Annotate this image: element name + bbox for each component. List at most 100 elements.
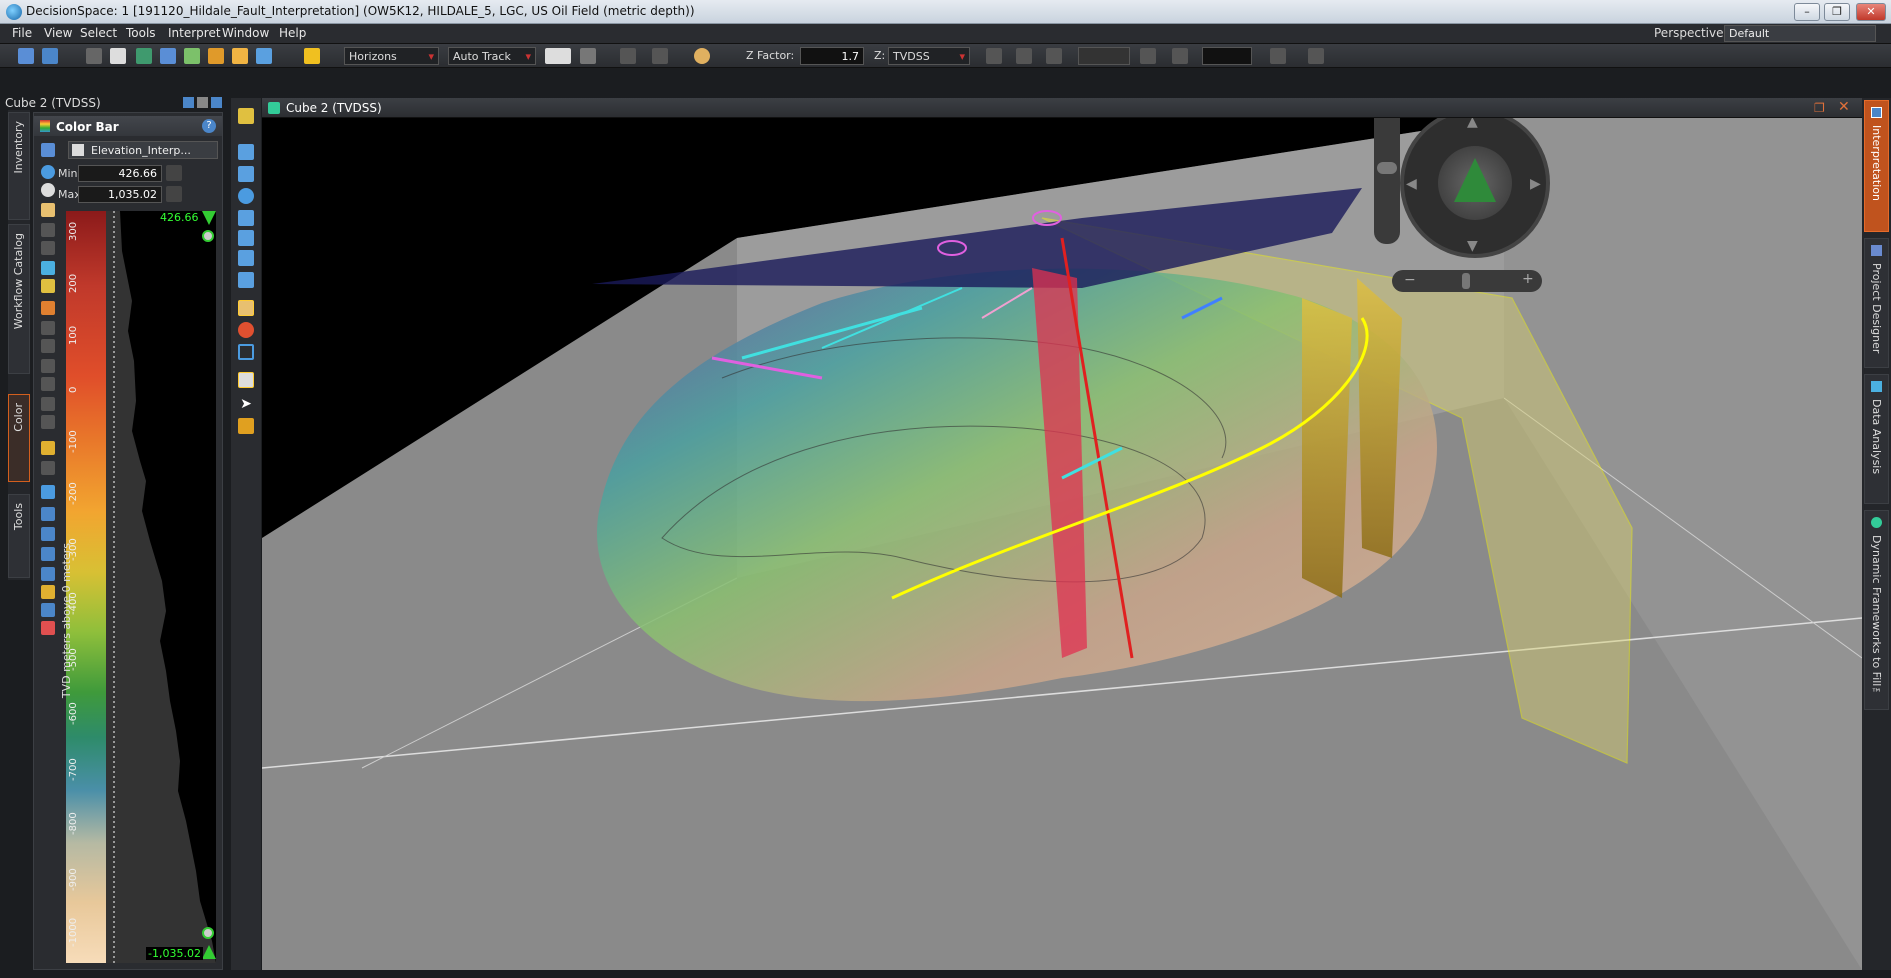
refresh-icon[interactable] xyxy=(41,165,55,179)
reset-icon[interactable] xyxy=(41,621,55,635)
minimize-button[interactable]: – xyxy=(1794,3,1820,21)
home-view-icon[interactable] xyxy=(238,108,254,124)
top-view-icon[interactable] xyxy=(238,210,254,226)
iso-view-icon[interactable] xyxy=(238,272,254,288)
table-icon[interactable] xyxy=(41,461,55,475)
rotate-right-icon[interactable]: ▶ xyxy=(1530,176,1541,192)
zoom-out-icon[interactable]: − xyxy=(1404,272,1416,288)
max-lock-icon[interactable] xyxy=(166,186,182,202)
open-icon[interactable] xyxy=(42,48,58,64)
menu-help[interactable]: Help xyxy=(279,26,306,40)
play-icon[interactable] xyxy=(1172,48,1188,64)
tab-project-designer[interactable]: Project Designer xyxy=(1864,238,1889,368)
bar-chart-3-icon[interactable] xyxy=(41,567,55,581)
measure-icon[interactable] xyxy=(238,418,254,434)
horizons-select[interactable]: Horizons xyxy=(344,47,439,65)
color-swatch[interactable] xyxy=(545,48,571,64)
tab-tools[interactable]: Tools xyxy=(8,494,30,578)
colormap-icon[interactable] xyxy=(41,143,55,157)
lock-icon[interactable] xyxy=(110,48,126,64)
zoom-slider[interactable]: − + xyxy=(1392,270,1542,292)
grid-icon[interactable] xyxy=(580,48,596,64)
image-icon[interactable] xyxy=(256,48,272,64)
menu-window[interactable]: Window xyxy=(222,26,269,40)
layers-icon[interactable] xyxy=(160,48,176,64)
menu-file[interactable]: File xyxy=(12,26,32,40)
sync-icon[interactable] xyxy=(184,48,200,64)
range-icon[interactable] xyxy=(41,485,55,499)
top-marker-icon[interactable] xyxy=(202,211,216,225)
fill-icon[interactable] xyxy=(41,301,55,315)
sun-icon[interactable] xyxy=(694,48,710,64)
tab-data-analysis[interactable]: Data Analysis xyxy=(1864,374,1889,504)
restore-view-icon[interactable]: ❐ xyxy=(1814,101,1828,115)
minimize-panel-icon[interactable] xyxy=(197,97,208,108)
menu-select[interactable]: Select xyxy=(80,26,117,40)
bar-chart-2-icon[interactable] xyxy=(41,547,55,561)
box-select-icon[interactable] xyxy=(238,344,254,360)
tab-inventory[interactable]: Inventory xyxy=(8,112,30,220)
rotate-up-icon[interactable]: ▲ xyxy=(1467,118,1478,130)
chart-icon[interactable] xyxy=(41,441,55,455)
maximize-panel-icon[interactable] xyxy=(211,97,222,108)
rotate-down-icon[interactable]: ▼ xyxy=(1467,238,1478,254)
tilt-slider[interactable] xyxy=(1374,118,1400,244)
zoom-slider-thumb[interactable] xyxy=(1462,273,1470,289)
first-frame-icon[interactable] xyxy=(1016,48,1032,64)
legend-icon[interactable] xyxy=(41,585,55,599)
pick-tool-icon[interactable] xyxy=(238,322,254,338)
zfactor-input[interactable]: 1.7 xyxy=(800,47,864,65)
section-tool-icon[interactable] xyxy=(238,300,254,316)
edit-icon[interactable] xyxy=(41,203,55,217)
close-view-icon[interactable]: ✕ xyxy=(1838,99,1852,115)
curve-icon[interactable] xyxy=(41,359,55,373)
redo-color-icon[interactable] xyxy=(41,241,55,255)
save-icon[interactable] xyxy=(18,48,34,64)
bar-chart-icon[interactable] xyxy=(41,527,55,541)
zoom-bottom-icon[interactable] xyxy=(202,927,214,939)
pin-icon[interactable] xyxy=(183,97,194,108)
export-icon[interactable] xyxy=(1270,48,1286,64)
side-view-icon[interactable] xyxy=(238,230,254,246)
speed-input[interactable] xyxy=(1202,47,1252,65)
wave-icon[interactable] xyxy=(41,397,55,411)
split-icon[interactable] xyxy=(41,261,55,275)
track-mode-select[interactable]: Auto Track xyxy=(448,47,536,65)
clip-icon[interactable] xyxy=(41,507,55,521)
attribute-select[interactable]: Elevation_Interp... xyxy=(68,141,218,159)
menu-tools[interactable]: Tools xyxy=(126,26,156,40)
tab-dynamic-frameworks[interactable]: Dynamic Frameworks to Fill™ xyxy=(1864,510,1889,710)
tilt-slider-thumb[interactable] xyxy=(1377,162,1397,174)
pan-hand-icon[interactable] xyxy=(238,372,254,388)
fit-view-icon[interactable] xyxy=(238,144,254,160)
tab-workflow-catalog[interactable]: Workflow Catalog xyxy=(8,224,30,374)
front-view-icon[interactable] xyxy=(238,250,254,266)
frame-icon[interactable] xyxy=(986,48,1002,64)
menu-interpret[interactable]: Interpret xyxy=(168,26,221,40)
tab-interpretation[interactable]: Interpretation xyxy=(1864,100,1889,232)
restore-button[interactable]: ❐ xyxy=(1824,3,1850,21)
menu-view[interactable]: View xyxy=(44,26,72,40)
z-domain-select[interactable]: TVDSS xyxy=(888,47,970,65)
step-icon[interactable] xyxy=(41,377,55,391)
linear-icon[interactable] xyxy=(41,339,55,353)
3d-viewport[interactable]: ▲ ▼ ◀ ▶ − + xyxy=(262,118,1862,970)
redo-icon[interactable] xyxy=(652,48,668,64)
palette-icon[interactable] xyxy=(41,183,55,197)
pencil-icon[interactable] xyxy=(304,48,320,64)
undo-icon[interactable] xyxy=(620,48,636,64)
tab-color[interactable]: Color xyxy=(8,394,30,482)
log-icon[interactable] xyxy=(41,415,55,429)
rotate-view-icon[interactable] xyxy=(238,188,254,204)
arrows-icon[interactable] xyxy=(208,48,224,64)
help-icon[interactable]: ? xyxy=(202,119,216,133)
frame-input[interactable] xyxy=(1078,47,1130,65)
prev-frame-icon[interactable] xyxy=(1046,48,1062,64)
pointer-icon[interactable]: ➤ xyxy=(238,396,254,412)
zoom-in-icon[interactable]: + xyxy=(1522,271,1534,287)
smooth-icon[interactable] xyxy=(41,321,55,335)
min-lock-icon[interactable] xyxy=(166,165,182,181)
next-frame-icon[interactable] xyxy=(1140,48,1156,64)
picker-icon[interactable] xyxy=(41,279,55,293)
pause-icon[interactable] xyxy=(1308,48,1324,64)
